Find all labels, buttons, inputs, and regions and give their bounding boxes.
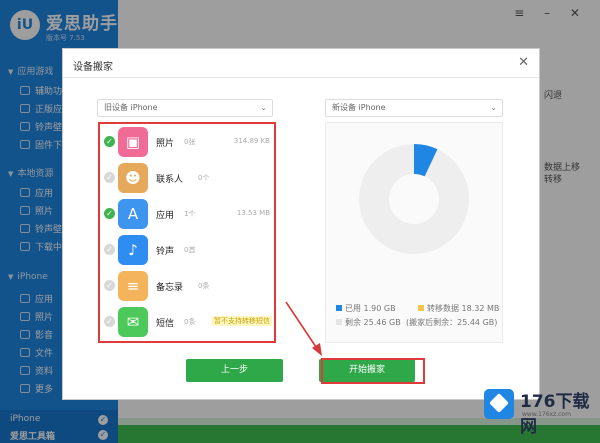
legend-used-swatch — [336, 305, 342, 311]
list-item-ringtones[interactable]: ✓ ♪ 铃声 0首 — [100, 232, 274, 268]
list-item-contacts[interactable]: ✓ ☻ 联系人 0个 — [100, 160, 274, 196]
dialog-title: 设备搬家 — [73, 62, 113, 73]
legend-transfer-swatch — [418, 305, 424, 311]
cube-logo-icon — [484, 389, 514, 419]
close-icon[interactable]: ✕ — [518, 55, 529, 70]
previous-step-button[interactable]: 上一步 — [186, 359, 283, 382]
legend-free: 剩余 25.46 GB — [336, 317, 401, 328]
legend-free-swatch — [336, 319, 342, 325]
notes-icon: ≡ — [118, 271, 148, 301]
legend-used: 已用 1.90 GB — [336, 303, 396, 314]
checkbox-checked[interactable]: ✓ — [104, 208, 115, 219]
list-item-apps[interactable]: ✓ A 应用 1个 13.53 MB — [100, 196, 274, 232]
storage-legend: 已用 1.90 GB 转移数据 18.32 MB 剩余 25.46 GB (搬家… — [336, 303, 499, 331]
watermark-url: www.176xz.com — [522, 411, 571, 418]
watermark: 176下载网 www.176xz.com — [482, 387, 600, 437]
dialog-divider — [63, 77, 539, 78]
chevron-down-icon: ⌄ — [490, 103, 497, 112]
list-item-notes[interactable]: ✓ ≡ 备忘录 0条 — [100, 268, 274, 304]
data-type-list: ✓ ▣ 照片 0张 314.89 KB ✓ ☻ 联系人 0个 ✓ A 应用 1个… — [98, 122, 276, 343]
unsupported-tag: 暂不支持转移短信 — [212, 316, 272, 326]
appstore-icon: A — [118, 199, 148, 229]
legend-after: (搬家后剩余：25.44 GB) — [406, 318, 498, 327]
device-migration-dialog: 设备搬家 ✕ 旧设备 iPhone ⌄ 新设备 iPhone ⌄ ✓ ▣ 照片 … — [62, 48, 540, 400]
checkbox-unchecked[interactable]: ✓ — [104, 280, 115, 291]
target-device-select[interactable]: 新设备 iPhone ⌄ — [325, 99, 503, 117]
chevron-down-icon: ⌄ — [260, 103, 267, 112]
list-item-messages[interactable]: ✓ ✉ 短信 0条 暂不支持转移短信 — [100, 304, 274, 340]
contacts-icon: ☻ — [118, 163, 148, 193]
start-button-highlight — [321, 358, 425, 384]
checkbox-checked[interactable]: ✓ — [104, 136, 115, 147]
bell-icon: ♪ — [118, 235, 148, 265]
source-device-select[interactable]: 旧设备 iPhone ⌄ — [97, 99, 273, 117]
photos-icon: ▣ — [118, 127, 148, 157]
list-item-photos[interactable]: ✓ ▣ 照片 0张 314.89 KB — [100, 124, 274, 160]
target-storage-panel: 已用 1.90 GB 转移数据 18.32 MB 剩余 25.46 GB (搬家… — [325, 122, 503, 343]
storage-used-arc — [413, 144, 438, 177]
message-icon: ✉ — [118, 307, 148, 337]
legend-transfer: 转移数据 18.32 MB — [418, 303, 499, 314]
storage-donut-chart — [359, 144, 469, 254]
checkbox-unchecked[interactable]: ✓ — [104, 316, 115, 327]
checkbox-unchecked[interactable]: ✓ — [104, 244, 115, 255]
checkbox-unchecked[interactable]: ✓ — [104, 172, 115, 183]
